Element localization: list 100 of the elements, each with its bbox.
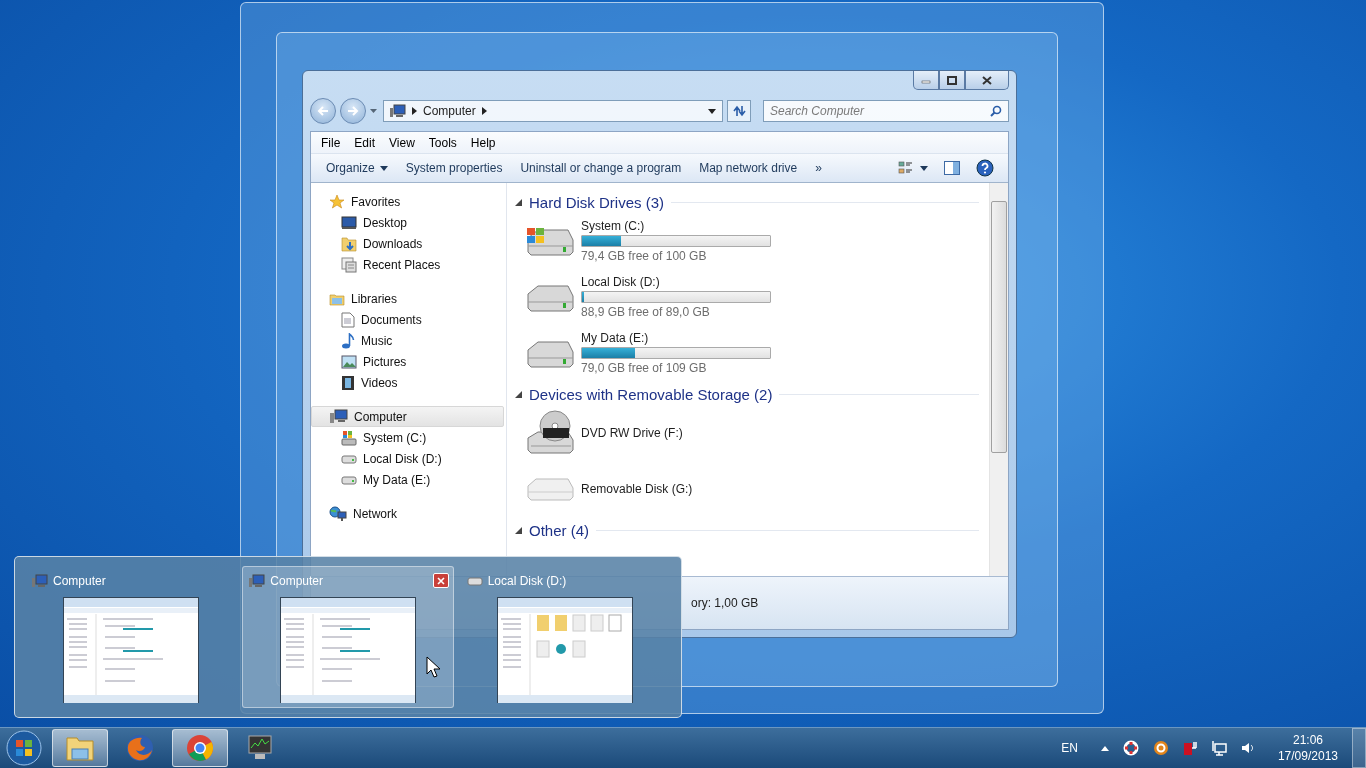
toolbar-button[interactable]: Organize bbox=[319, 158, 395, 178]
network-icon bbox=[329, 505, 347, 522]
close-button[interactable] bbox=[965, 71, 1009, 90]
group-heading[interactable]: Other (4) bbox=[529, 521, 589, 539]
folder-icon bbox=[341, 235, 357, 252]
film-icon bbox=[341, 374, 355, 391]
toolbar-button[interactable]: Map network drive bbox=[692, 158, 805, 178]
drive-icon bbox=[341, 453, 357, 464]
clock[interactable]: 21:06 17/09/2013 bbox=[1277, 732, 1338, 764]
maximize-icon bbox=[947, 75, 957, 85]
window-title: Computer bbox=[53, 573, 107, 588]
taskbar-button[interactable] bbox=[172, 729, 228, 767]
arrow-left-icon bbox=[317, 106, 329, 116]
window-title: Local Disk (D:) bbox=[487, 573, 568, 588]
navigation-item[interactable]: Computer bbox=[311, 406, 504, 427]
help-icon bbox=[976, 159, 994, 177]
navigation-item[interactable]: Local Disk (D:) bbox=[311, 448, 504, 469]
maximize-button[interactable] bbox=[939, 71, 965, 90]
menu-item[interactable]: Edit bbox=[348, 133, 382, 152]
toolbar-button[interactable]: » bbox=[808, 158, 829, 178]
clock-time: 21:06 bbox=[1292, 732, 1323, 748]
caret-icon bbox=[379, 165, 388, 171]
menu-item[interactable]: File bbox=[315, 133, 347, 152]
computer-icon bbox=[32, 573, 48, 588]
refresh-icon bbox=[732, 105, 746, 117]
speaker-icon[interactable] bbox=[1240, 741, 1255, 755]
firefox-icon bbox=[125, 733, 155, 763]
ring-icon[interactable] bbox=[1152, 740, 1169, 756]
toolbar-button[interactable]: Uninstall or change a program bbox=[513, 158, 689, 178]
computer-icon bbox=[390, 104, 406, 118]
taskbar-button[interactable] bbox=[52, 729, 108, 767]
address-bar[interactable]: Computer bbox=[383, 100, 723, 122]
navigation-item[interactable]: Music bbox=[311, 330, 504, 351]
navigation-item[interactable]: Pictures bbox=[311, 351, 504, 372]
close-icon bbox=[436, 576, 445, 585]
monitor-icon bbox=[341, 215, 357, 230]
back-button[interactable] bbox=[310, 98, 336, 124]
navigation-item[interactable]: Documents bbox=[311, 309, 504, 330]
show-hidden-icons-icon[interactable] bbox=[1100, 745, 1109, 751]
show-desktop-button[interactable] bbox=[1352, 728, 1366, 768]
scrollbar-thumb[interactable] bbox=[991, 201, 1007, 453]
chevron-right-icon bbox=[412, 107, 417, 115]
chrome-icon bbox=[185, 733, 215, 763]
recent-places-icon bbox=[341, 256, 357, 273]
forward-button[interactable] bbox=[340, 98, 366, 124]
network-icon[interactable] bbox=[1210, 740, 1227, 756]
close-icon bbox=[982, 75, 992, 85]
window-preview[interactable]: Computer bbox=[25, 566, 237, 708]
group-heading[interactable]: Hard Disk Drives (3) bbox=[529, 193, 664, 211]
picture-icon bbox=[341, 354, 357, 369]
refresh-button[interactable] bbox=[727, 100, 751, 122]
menu-item[interactable]: Help bbox=[464, 133, 502, 152]
window-title: Computer bbox=[270, 573, 324, 588]
navigation-item[interactable]: Recent Places bbox=[311, 254, 504, 275]
mouse-pointer-icon bbox=[426, 656, 440, 678]
breadcrumb-link[interactable]: Computer bbox=[423, 104, 476, 118]
search-field[interactable]: Search Computer bbox=[763, 100, 1009, 122]
navigation-item[interactable]: Videos bbox=[311, 372, 504, 393]
dvd-drive-icon bbox=[525, 410, 575, 456]
collapse-triangle-icon[interactable] bbox=[515, 526, 522, 534]
drive-name[interactable]: My Data (E:) bbox=[581, 331, 649, 345]
collapse-triangle-icon[interactable] bbox=[515, 390, 522, 398]
menu-item[interactable]: Tools bbox=[422, 133, 463, 152]
power-plug-icon[interactable] bbox=[1182, 740, 1197, 756]
navigation-item[interactable]: Network bbox=[311, 503, 504, 524]
navigation-item[interactable]: Libraries bbox=[311, 288, 504, 309]
windows-orb-icon bbox=[6, 730, 42, 766]
caret-icon bbox=[708, 108, 716, 114]
minimize-button[interactable] bbox=[913, 71, 939, 90]
search-icon bbox=[990, 105, 1002, 117]
arrow-right-icon bbox=[347, 106, 359, 116]
document-icon bbox=[341, 311, 355, 328]
group-heading[interactable]: Devices with Removable Storage (2) bbox=[529, 385, 773, 403]
computer-icon bbox=[249, 573, 266, 588]
drive-name[interactable]: Local Disk (D:) bbox=[581, 275, 660, 289]
navigation-item[interactable]: Desktop bbox=[311, 212, 504, 233]
lifebuoy-icon[interactable] bbox=[1122, 740, 1139, 756]
language-indicator[interactable]: EN bbox=[1061, 741, 1078, 755]
drive-icon bbox=[341, 474, 357, 485]
menu-item[interactable]: View bbox=[383, 133, 421, 152]
drive-name[interactable]: Removable Disk (G:) bbox=[581, 482, 693, 496]
free-space-text: 79,0 GB free of 109 GB bbox=[581, 361, 707, 375]
navigation-item[interactable]: Downloads bbox=[311, 233, 504, 254]
navigation-item[interactable]: Favorites bbox=[311, 191, 504, 212]
chevron-right-icon bbox=[481, 107, 487, 115]
caret-icon bbox=[370, 109, 377, 113]
preview-pane-icon bbox=[944, 161, 960, 175]
scrollbar[interactable] bbox=[989, 183, 1008, 576]
system-drive-icon bbox=[341, 429, 357, 446]
free-space-text: 88,9 GB free of 89,0 GB bbox=[581, 305, 710, 319]
star-icon bbox=[329, 193, 345, 210]
navigation-item[interactable]: System (C:) bbox=[311, 427, 504, 448]
free-space-text: 79,4 GB free of 100 GB bbox=[581, 249, 707, 263]
navigation-item[interactable]: My Data (E:) bbox=[311, 469, 504, 490]
collapse-triangle-icon[interactable] bbox=[515, 198, 522, 206]
details-view-icon bbox=[898, 161, 928, 175]
drive-name[interactable]: DVD RW Drive (F:) bbox=[581, 426, 683, 440]
toolbar-button[interactable]: System properties bbox=[398, 158, 510, 178]
drive-name[interactable]: System (C:) bbox=[581, 219, 645, 233]
clock-date: 17/09/2013 bbox=[1277, 748, 1338, 764]
